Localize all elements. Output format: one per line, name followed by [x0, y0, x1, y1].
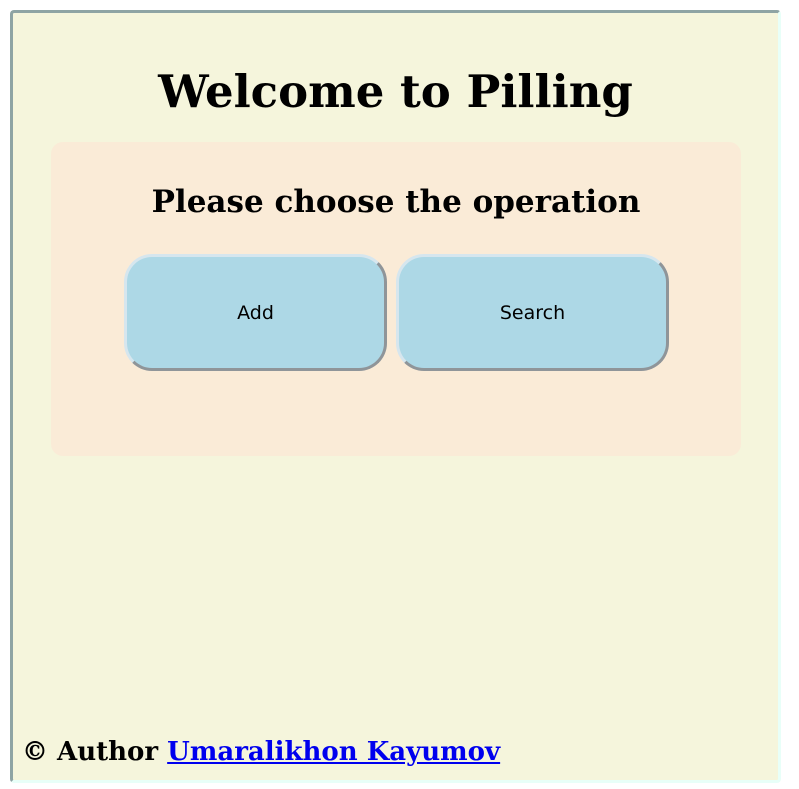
author-link[interactable]: Umaralikhon Kayumov — [167, 737, 500, 767]
page-title: Welcome to Pilling — [158, 65, 633, 118]
page-frame: Welcome to Pilling Please choose the ope… — [10, 10, 781, 783]
operation-heading: Please choose the operation — [151, 184, 641, 220]
footer: © Author Umaralikhon Kayumov — [22, 735, 500, 769]
add-button[interactable]: Add — [124, 254, 387, 371]
operation-panel: Please choose the operation Add Search — [51, 142, 741, 456]
footer-author-prefix: © Author — [22, 737, 159, 767]
search-button[interactable]: Search — [396, 254, 669, 371]
